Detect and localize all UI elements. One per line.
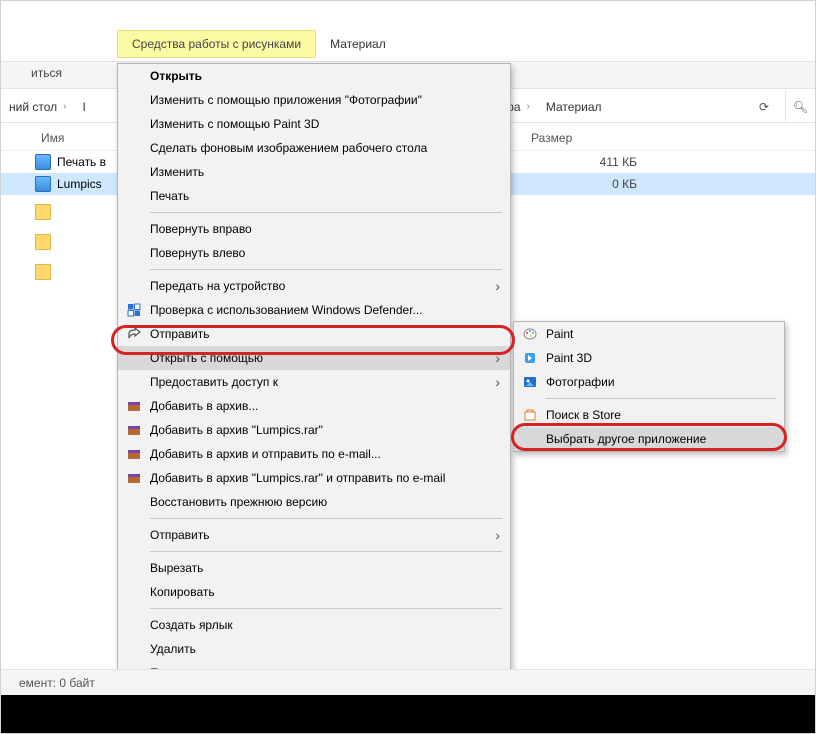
menu-rotate-left[interactable]: Повернуть влево [118,241,510,265]
menu-send-to[interactable]: Отправить› [118,523,510,547]
menu-share[interactable]: Отправить [118,322,510,346]
menu-separator [150,608,502,609]
folder-icon [35,204,51,220]
menu-separator [546,398,776,399]
menu-restore-previous[interactable]: Восстановить прежнюю версию [118,490,510,514]
submenu-choose-another[interactable]: Выбрать другое приложение [514,427,784,451]
search-icon[interactable]: 🔍︎ [785,91,815,122]
menu-separator [150,551,502,552]
menu-rotate-right[interactable]: Повернуть вправо [118,217,510,241]
winrar-icon [124,470,144,486]
ribbon-tabs: Средства работы с рисунками Материал [1,29,815,59]
window-title: Материал [316,31,400,57]
folder-item[interactable] [35,227,57,257]
menu-cut[interactable]: Вырезать [118,556,510,580]
folder-icon [35,234,51,250]
chevron-right-icon: › [527,101,530,112]
refresh-icon[interactable]: ⟳ [759,100,769,114]
share-icon [124,326,144,342]
command-share[interactable]: иться [31,66,62,80]
menu-edit-photos[interactable]: Изменить с помощью приложения "Фотографи… [118,88,510,112]
chevron-right-icon: › [495,374,500,390]
folder-item[interactable] [35,257,57,287]
submenu-photos[interactable]: Фотографии [514,370,784,394]
winrar-icon [124,422,144,438]
chevron-right-icon: › [63,101,66,112]
menu-open[interactable]: Открыть [118,64,510,88]
folder-items [35,197,57,287]
file-size: 411 КБ [517,155,637,169]
menu-print[interactable]: Печать [118,184,510,208]
ribbon-tab-picture-tools[interactable]: Средства работы с рисунками [117,30,316,58]
status-text: емент: 0 байт [19,676,95,690]
bottom-strip [1,695,815,733]
menu-edit-paint3d[interactable]: Изменить с помощью Paint 3D [118,112,510,136]
menu-add-archive-lumpics[interactable]: Добавить в архив "Lumpics.rar" [118,418,510,442]
photos-icon [520,374,540,390]
menu-set-wallpaper[interactable]: Сделать фоновым изображением рабочего ст… [118,136,510,160]
explorer-window: Средства работы с рисунками Материал ить… [0,0,816,734]
status-bar: емент: 0 байт [1,669,815,695]
folder-icon [35,264,51,280]
menu-add-archive[interactable]: Добавить в архив... [118,394,510,418]
menu-add-lumpics-email[interactable]: Добавить в архив "Lumpics.rar" и отправи… [118,466,510,490]
menu-create-shortcut[interactable]: Создать ярлык [118,613,510,637]
submenu-open-with: Paint Paint 3D Фотографии Поиск в Store … [513,321,785,452]
menu-cast-to[interactable]: Передать на устройство› [118,274,510,298]
context-menu: Открыть Изменить с помощью приложения "Ф… [117,63,511,719]
chevron-right-icon: › [495,527,500,543]
menu-open-with[interactable]: Открыть с помощью› [118,346,510,370]
column-size[interactable]: Размер [501,131,621,145]
submenu-paint[interactable]: Paint [514,322,784,346]
chevron-right-icon: › [495,278,500,294]
winrar-icon [124,446,144,462]
menu-add-email[interactable]: Добавить в архив и отправить по e-mail..… [118,442,510,466]
shield-icon [124,302,144,318]
menu-separator [150,269,502,270]
menu-copy[interactable]: Копировать [118,580,510,604]
chevron-right-icon: › [495,350,500,366]
winrar-icon [124,398,144,414]
submenu-store-search[interactable]: Поиск в Store [514,403,784,427]
submenu-paint3d[interactable]: Paint 3D [514,346,784,370]
paint-icon [520,326,540,342]
breadcrumb-item[interactable]: I [74,96,93,118]
menu-delete[interactable]: Удалить [118,637,510,661]
menu-separator [150,212,502,213]
folder-item[interactable] [35,197,57,227]
breadcrumb-item[interactable]: Материал [538,96,610,118]
file-size: 0 КБ [517,177,637,191]
image-file-icon [35,176,51,192]
store-icon [520,407,540,423]
image-file-icon [35,154,51,170]
menu-defender[interactable]: Проверка с использованием Windows Defend… [118,298,510,322]
paint3d-icon [520,350,540,366]
menu-edit[interactable]: Изменить [118,160,510,184]
menu-separator [150,518,502,519]
menu-give-access[interactable]: Предоставить доступ к› [118,370,510,394]
breadcrumb-item[interactable]: ний стол› [1,96,74,118]
